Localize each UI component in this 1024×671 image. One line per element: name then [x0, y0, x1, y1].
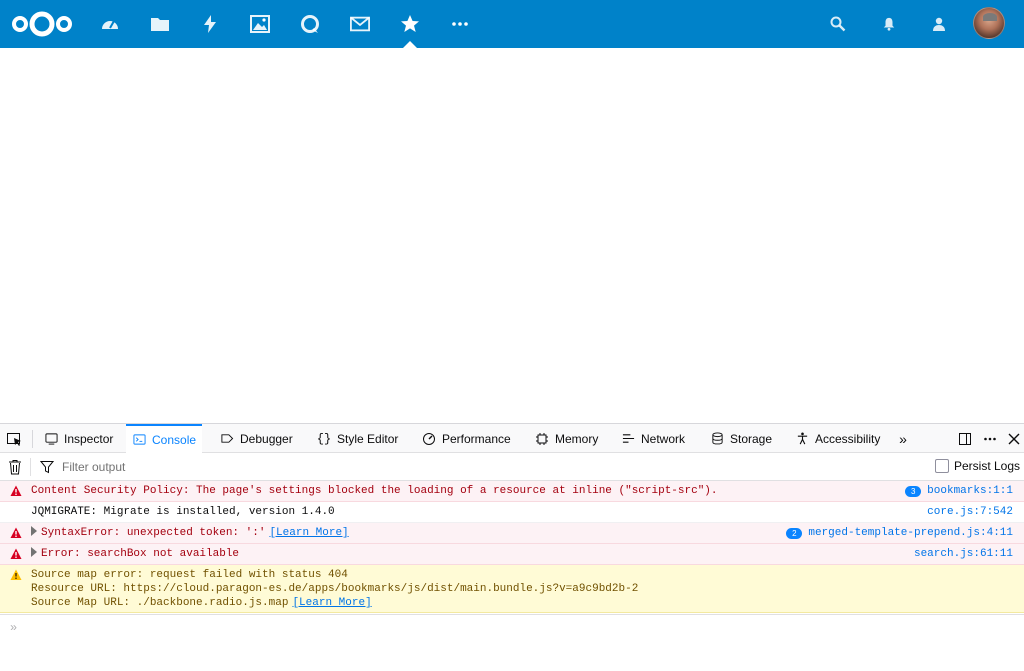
message-source-link[interactable]: core.js:7:542: [927, 505, 1013, 519]
tab-label: Network: [641, 431, 686, 446]
more-tools-chevron-icon[interactable]: »: [895, 430, 911, 448]
console-input[interactable]: »: [0, 614, 1024, 642]
accessibility-icon: [795, 432, 809, 446]
repeat-count-badge: 3: [905, 485, 922, 497]
tab-label: Accessibility: [815, 431, 881, 446]
console-message-log: JQMIGRATE: Migrate is installed, version…: [0, 502, 1024, 523]
files-icon[interactable]: [148, 12, 172, 36]
tab-style-editor[interactable]: {} Style Editor: [311, 424, 404, 453]
tab-label: Debugger: [240, 431, 293, 446]
message-text: Error: searchBox not available: [41, 548, 240, 560]
expand-arrow-icon[interactable]: [31, 547, 37, 557]
tab-performance[interactable]: Performance: [416, 424, 517, 453]
dock-side-icon[interactable]: [957, 430, 973, 448]
filter-output-input[interactable]: [62, 457, 462, 477]
tab-label: Performance: [442, 431, 511, 446]
notifications-icon[interactable]: [878, 13, 900, 35]
console-filter-bar: Persist Logs: [0, 453, 1024, 481]
bookmarks-star-icon[interactable]: [398, 12, 422, 36]
error-icon: [10, 548, 22, 560]
close-devtools-icon[interactable]: [1006, 430, 1022, 448]
message-text: Source map error: request failed with st…: [31, 569, 348, 581]
message-source-link[interactable]: search.js:61:11: [914, 547, 1013, 561]
console-message-error: SyntaxError: unexpected token: ':' [Learn…: [0, 523, 1024, 544]
active-app-indicator: [403, 41, 417, 48]
tab-network[interactable]: Network: [615, 424, 691, 453]
tab-label: Console: [152, 432, 197, 447]
clear-console-trash-icon[interactable]: [8, 459, 22, 475]
tab-memory[interactable]: Memory: [529, 424, 604, 453]
console-prompt-chevron-icon: »: [10, 621, 18, 635]
tab-label: Storage: [730, 431, 773, 446]
dashboard-icon[interactable]: [98, 12, 122, 36]
tab-label: Memory: [555, 431, 599, 446]
search-icon[interactable]: [827, 13, 849, 35]
network-icon: [621, 432, 635, 446]
devtools-panel: Inspector Console Debugger {} Style Edit…: [0, 423, 1024, 671]
persist-logs-checkbox[interactable]: [935, 459, 949, 473]
talk-icon[interactable]: [298, 12, 322, 36]
tab-storage[interactable]: Storage: [704, 424, 778, 453]
error-icon: [10, 527, 22, 539]
toolbar-separator: [32, 430, 33, 448]
expand-arrow-icon[interactable]: [31, 526, 37, 536]
repeat-count-badge: 2: [786, 527, 803, 539]
more-apps-icon[interactable]: [448, 12, 472, 36]
tab-debugger[interactable]: Debugger: [214, 424, 299, 453]
inspector-icon: [44, 432, 58, 446]
error-icon: [10, 485, 22, 497]
message-text: JQMIGRATE: Migrate is installed, version…: [31, 506, 335, 518]
learn-more-link[interactable]: [Learn More]: [292, 597, 371, 609]
message-source-link[interactable]: bookmarks:1:1: [927, 484, 1013, 498]
console-message-error: Content Security Policy: The page's sett…: [0, 481, 1024, 502]
console-message-warning: Source map error: request failed with st…: [0, 565, 1024, 613]
message-source-map-url: Source Map URL: ./backbone.radio.js.map: [31, 597, 289, 609]
filter-separator: [30, 458, 31, 476]
message-text: Content Security Policy: The page's sett…: [31, 485, 718, 497]
persist-logs-label: Persist Logs: [954, 459, 1021, 473]
storage-icon: [710, 432, 724, 446]
learn-more-link[interactable]: [Learn More]: [269, 527, 348, 539]
user-avatar[interactable]: [973, 7, 1005, 39]
nextcloud-header: [0, 0, 1024, 48]
message-resource-url: Resource URL: https://cloud.paragon-es.d…: [31, 583, 639, 595]
tab-label: Style Editor: [337, 431, 399, 446]
persist-logs-toggle[interactable]: Persist Logs: [935, 459, 1020, 473]
photos-icon[interactable]: [248, 12, 272, 36]
warning-icon: [10, 569, 22, 581]
console-message-error: Error: searchBox not available search.js…: [0, 544, 1024, 565]
nextcloud-logo[interactable]: [10, 9, 74, 39]
mail-icon[interactable]: [348, 12, 372, 36]
console-icon: [132, 433, 146, 447]
devtools-menu-icon[interactable]: [982, 430, 998, 448]
console-output: Content Security Policy: The page's sett…: [0, 481, 1024, 613]
style-editor-icon: {}: [316, 431, 332, 446]
tab-label: Inspector: [64, 431, 114, 446]
debugger-icon: [220, 432, 234, 446]
tab-inspector[interactable]: Inspector: [38, 424, 119, 453]
tab-console[interactable]: Console: [126, 424, 203, 453]
message-text: SyntaxError: unexpected token: ':': [41, 527, 266, 539]
activity-icon[interactable]: [198, 12, 222, 36]
performance-icon: [422, 432, 436, 446]
devtools-toolbar: Inspector Console Debugger {} Style Edit…: [0, 424, 1024, 453]
element-picker-icon[interactable]: [6, 431, 22, 447]
memory-icon: [535, 432, 549, 446]
message-source-link[interactable]: merged-template-prepend.js:4:11: [808, 526, 1013, 540]
tab-accessibility[interactable]: Accessibility: [789, 424, 886, 453]
contacts-icon[interactable]: [928, 13, 950, 35]
filter-funnel-icon: [39, 460, 55, 474]
bookmarks-app-content: [0, 48, 1024, 423]
